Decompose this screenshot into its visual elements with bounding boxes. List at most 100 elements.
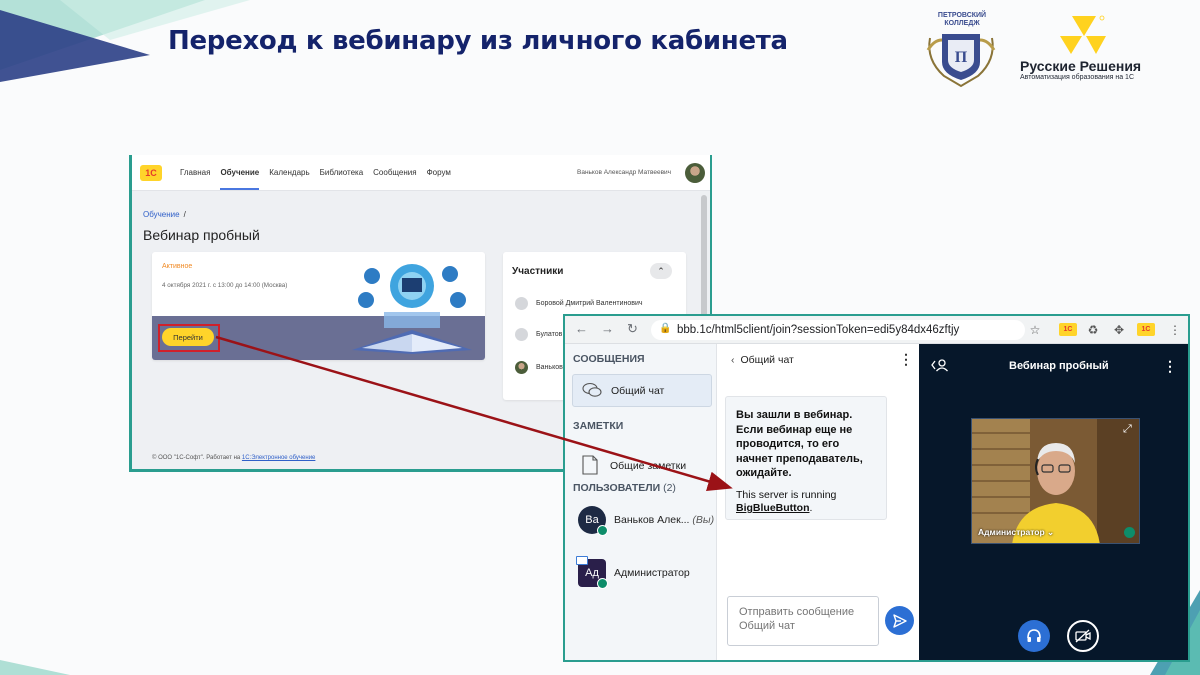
user-you-tag: (Вы) — [692, 514, 715, 526]
server-info-prefix: This server is running — [736, 488, 837, 501]
messages-section-title: СООБЩЕНИЯ — [573, 353, 645, 365]
users-section-title: ПОЛЬЗОВАТЕЛИ (2) — [573, 482, 676, 494]
lock-icon[interactable]: 🔒 — [659, 323, 671, 334]
public-chat-label: Общий чат — [611, 385, 665, 397]
server-info-message: This server is running BigBlueButton. — [736, 489, 876, 516]
lms-breadcrumb-separator: / — [183, 210, 186, 219]
browser-menu-icon[interactable]: ⋮ — [1167, 322, 1183, 338]
welcome-message: Вы зашли в вебинар. Если вебинар еще не … — [736, 409, 863, 479]
webcam-tile[interactable]: ⤢ Администратор ⌄ — [971, 418, 1140, 544]
puzzle-extensions-icon[interactable]: ✥ — [1111, 322, 1127, 338]
user-list-item[interactable]: Ва Ваньков Алек... (Вы) — [578, 506, 714, 536]
participants-collapse-button[interactable]: ⌃ — [650, 263, 672, 279]
webcam-user-label[interactable]: Администратор ⌄ — [978, 527, 1054, 538]
shared-notes-label: Общие заметки — [610, 460, 687, 472]
lms-page-title: Вебинар пробный — [143, 227, 260, 243]
lms-logo[interactable]: 1С — [140, 165, 162, 181]
recycle-extension-icon[interactable]: ♻ — [1085, 322, 1101, 338]
bottom-left-decoration — [0, 660, 70, 675]
star-icon[interactable]: ☆ — [1027, 322, 1043, 338]
public-chat-item[interactable]: Общий чат — [572, 374, 712, 407]
rr-logo-tagline: Автоматизация образования на 1С — [1020, 74, 1135, 81]
extension-1c-icon-2[interactable]: 1С — [1137, 323, 1155, 336]
participants-title: Участники — [512, 266, 564, 277]
webinar-date: 4 октября 2021 г. с 13:00 до 14:00 (Моск… — [162, 282, 288, 289]
lms-footer-link[interactable]: 1С:Электронное обучение — [242, 455, 315, 461]
participant-item[interactable]: Боровой Дмитрий Валентинович — [515, 296, 643, 310]
lms-breadcrumb: Обучение / — [143, 210, 186, 219]
webinar-status: Активное — [162, 263, 193, 270]
meeting-options-icon[interactable]: ⋮ — [1163, 358, 1177, 375]
webcam-video — [972, 419, 1139, 543]
participant-name: Боровой Дмитрий Валентинович — [536, 299, 643, 307]
back-arrow-icon[interactable]: ← — [575, 321, 588, 336]
lms-user-avatar[interactable] — [685, 163, 705, 183]
bbb-sidebar: СООБЩЕНИЯ Общий чат ЗАМЕТКИ Общие заметк… — [565, 344, 717, 660]
chat-message: Вы зашли в вебинар. Если вебинар еще не … — [725, 396, 887, 520]
participant-name: Булатов — [536, 330, 563, 338]
webcam-toggle-button[interactable] — [1067, 620, 1099, 652]
bbb-video-area: Вебинар пробный ⋮ ⤢ Администратор ⌄ — [919, 344, 1188, 660]
notes-page-icon — [582, 455, 598, 475]
chevron-left-icon[interactable]: ‹ — [731, 354, 735, 366]
camera-off-icon — [1075, 629, 1091, 643]
bbb-chat-panel: ‹ Общий чат ⋮ Вы зашли в вебинар. Если ве… — [717, 344, 919, 660]
participant-item[interactable]: Ваньков — [515, 360, 563, 374]
headset-icon — [1027, 629, 1041, 642]
participant-name: Ваньков — [536, 363, 563, 371]
slide-title: Переход к вебинару из личного кабинета — [168, 26, 788, 56]
extension-1c-icon[interactable]: 1С — [1059, 323, 1077, 336]
user-name: Администратор — [614, 567, 690, 579]
fullscreen-icon[interactable]: ⤢ — [1123, 423, 1132, 436]
users-section-label: ПОЛЬЗОВАТЕЛИ — [573, 482, 661, 494]
college-name-line2: КОЛЛЕДЖ — [944, 20, 980, 27]
college-name: ПЕТРОВСКИЙ КОЛЛЕДЖ — [926, 12, 998, 28]
lms-user-name[interactable]: Ваньков Александр Матвеевич — [577, 169, 671, 176]
address-bar[interactable]: 🔒 bbb.1c/html5client/join?sessionToken=e… — [651, 320, 1025, 340]
server-info-suffix: . — [809, 502, 813, 514]
audio-headset-button[interactable] — [1018, 620, 1050, 652]
users-count: (2) — [663, 482, 676, 494]
lms-menu: Главная Обучение Календарь Библиотека Со… — [180, 168, 451, 190]
lms-breadcrumb-learning[interactable]: Обучение — [143, 210, 180, 219]
address-bar-url: bbb.1c/html5client/join?sessionToken=edi… — [677, 324, 960, 336]
chat-options-icon[interactable]: ⋮ — [899, 351, 913, 368]
headset-status-icon — [597, 525, 608, 536]
participant-avatar — [515, 360, 528, 374]
meeting-title: Вебинар пробный — [1009, 360, 1109, 372]
forward-arrow-icon[interactable]: → — [601, 321, 614, 336]
reload-icon[interactable]: ↻ — [627, 321, 638, 337]
webinar-illustration — [352, 264, 472, 354]
user-name: Ваньков Алек... (Вы) — [614, 514, 714, 526]
lms-nav-forum[interactable]: Форум — [427, 168, 451, 190]
lms-footer-text: © ООО "1С-Софт". Работает на — [152, 455, 241, 461]
svg-text:П: П — [955, 49, 968, 66]
rr-logo-icon — [1060, 15, 1106, 54]
notes-section-title: ЗАМЕТКИ — [573, 420, 624, 432]
participant-item[interactable]: Булатов — [515, 327, 562, 341]
user-list-item[interactable]: Ад Администратор — [576, 556, 714, 589]
headset-status-icon — [1124, 527, 1135, 538]
rr-logo-name: Русские Решения — [1020, 58, 1142, 74]
lms-nav-library[interactable]: Библиотека — [320, 168, 364, 190]
send-message-button[interactable] — [885, 606, 914, 635]
bbb-screenshot: ← → ↻ 🔒 bbb.1c/html5client/join?sessionT… — [563, 314, 1190, 662]
lms-nav-calendar[interactable]: Календарь — [269, 168, 309, 190]
participant-avatar — [515, 327, 528, 341]
browser-toolbar: ← → ↻ 🔒 bbb.1c/html5client/join?sessionT… — [565, 316, 1188, 344]
chat-message-input[interactable] — [727, 596, 879, 646]
lms-nav-learning[interactable]: Обучение — [220, 168, 260, 190]
bigbluebutton-link[interactable]: BigBlueButton — [736, 502, 810, 514]
lms-footer: © ООО "1С-Софт". Работает на 1С:Электрон… — [152, 455, 315, 461]
go-to-webinar-button[interactable]: Перейти — [162, 328, 214, 346]
lms-nav-messages[interactable]: Сообщения — [373, 168, 416, 190]
headset-status-icon — [597, 578, 608, 589]
chat-bubbles-icon — [582, 382, 602, 397]
participant-avatar — [515, 296, 528, 310]
slide: Переход к вебинару из личного кабинета П… — [0, 0, 1200, 675]
shared-notes-item[interactable]: Общие заметки — [572, 450, 712, 483]
user-list-toggle-icon[interactable] — [931, 358, 949, 372]
lms-nav-home[interactable]: Главная — [180, 168, 210, 190]
chat-header[interactable]: ‹ Общий чат — [731, 354, 794, 366]
chat-title: Общий чат — [740, 354, 794, 366]
